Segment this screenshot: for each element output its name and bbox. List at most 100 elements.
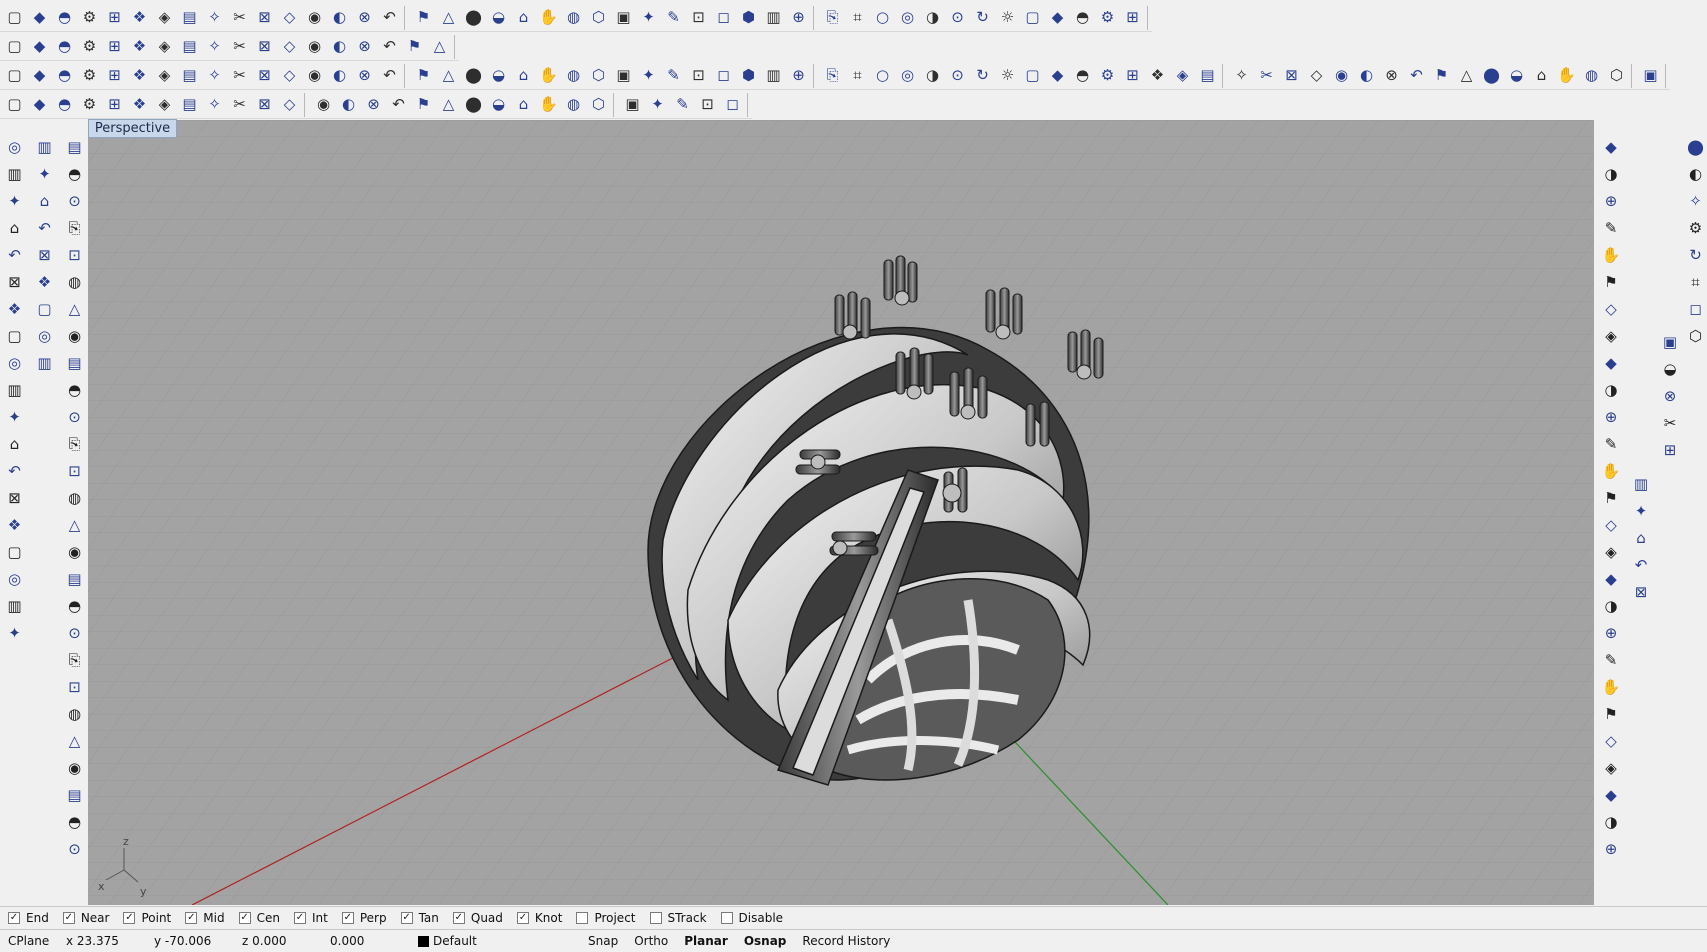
pen-icon[interactable]: ✂ (1254, 64, 1279, 88)
right-curve-tool-18-icon[interactable]: ◑ (1598, 592, 1624, 619)
left-main-tool-8-icon[interactable]: ▢ (2, 322, 28, 349)
left-secondary-tool-5-icon[interactable]: ⊠ (32, 241, 58, 268)
sphere-grid-icon[interactable]: ✎ (661, 6, 686, 30)
left-tertiary-tool-26-icon[interactable]: ◓ (62, 808, 88, 835)
right-render-tool-5-icon[interactable]: ⊞ (1657, 436, 1683, 463)
cplane-icon[interactable]: ⬤ (461, 6, 486, 30)
osnap-mid-checkbox[interactable]: ✓ (185, 911, 198, 924)
right-analysis-tool-2-icon[interactable]: ✦ (1628, 497, 1654, 524)
left-main-tool-19-icon[interactable]: ✦ (2, 619, 28, 646)
osnap-point[interactable]: ✓ Point (123, 911, 171, 925)
offset-srf-icon[interactable]: ↶ (377, 35, 402, 59)
history-icon[interactable]: ⚑ (1429, 64, 1454, 88)
group-icon[interactable]: ⚑ (411, 64, 436, 88)
rail-revolve-icon[interactable]: ◇ (277, 35, 302, 59)
ungroup-icon[interactable]: △ (436, 64, 461, 88)
left-main-tool-7-icon[interactable]: ❖ (2, 295, 28, 322)
light-area-icon[interactable]: ❖ (127, 93, 152, 117)
four-viewports-icon[interactable]: ⚑ (411, 6, 436, 30)
osnap-strack-checkbox[interactable] (649, 911, 662, 924)
osnap-end-checkbox[interactable]: ✓ (8, 911, 20, 924)
right-edge-tool-8-icon[interactable]: ⬡ (1683, 322, 1707, 349)
status-layer[interactable]: Default (410, 930, 580, 952)
show-obj-icon[interactable]: ✂ (227, 93, 252, 117)
pyramid-icon[interactable]: ⊙ (945, 6, 970, 30)
env-map-icon[interactable]: ✋ (1554, 64, 1579, 88)
osnap-project[interactable]: Project (576, 911, 636, 925)
right-analysis-tool-5-icon[interactable]: ⊠ (1628, 578, 1654, 605)
left-main-tool-16-icon[interactable]: ▢ (2, 538, 28, 565)
right-curve-tool-7-icon[interactable]: ◇ (1598, 295, 1624, 322)
walk-icon[interactable]: ⊠ (1279, 64, 1304, 88)
pipe-icon[interactable]: ⚙ (1095, 6, 1120, 30)
left-tertiary-tool-14-icon[interactable]: ◍ (62, 484, 88, 511)
material-a-icon[interactable]: ◍ (561, 93, 586, 117)
material-c-icon[interactable]: ▣ (620, 93, 645, 117)
osnap-disable-checkbox[interactable] (720, 911, 733, 924)
extrude-surface-icon[interactable]: ◆ (27, 35, 52, 59)
emap-icon[interactable]: ⬡ (1604, 64, 1629, 88)
circle-icon[interactable]: ◓ (52, 64, 77, 88)
solid-box-icon[interactable]: ○ (870, 64, 895, 88)
undo-icon[interactable]: ✧ (202, 6, 227, 30)
paraboloid-icon[interactable]: ◎ (895, 6, 920, 30)
boolean-split-icon[interactable]: ⌗ (845, 64, 870, 88)
surface-icon[interactable]: ⊞ (1120, 6, 1145, 30)
right-curve-tool-3-icon[interactable]: ⊕ (1598, 187, 1624, 214)
export-icon[interactable]: ⊞ (102, 6, 127, 30)
right-curve-tool-2-icon[interactable]: ◑ (1598, 160, 1624, 187)
box-icon[interactable]: ⎘ (820, 6, 845, 30)
right-curve-tool-13-icon[interactable]: ✋ (1598, 457, 1624, 484)
osnap-int-checkbox[interactable]: ✓ (293, 911, 306, 924)
right-render-tool-3-icon[interactable]: ⊗ (1657, 382, 1683, 409)
undo-view-icon[interactable]: ↶ (377, 6, 402, 30)
sphere-icon[interactable]: ⌗ (845, 6, 870, 30)
isolate-icon[interactable]: ⊠ (252, 93, 277, 117)
zoom-selected-icon[interactable]: ⊗ (352, 6, 377, 30)
osnap-knot-checkbox[interactable]: ✓ (516, 911, 529, 924)
osnap-mid[interactable]: ✓ Mid (185, 911, 225, 925)
left-tertiary-tool-8-icon[interactable]: ◉ (62, 322, 88, 349)
ellipsoid-icon[interactable]: ○ (870, 6, 895, 30)
left-main-tool-18-icon[interactable]: ▥ (2, 592, 28, 619)
unisolate-icon[interactable]: ◇ (277, 93, 302, 117)
right-analysis-tool-1-icon[interactable]: ▥ (1628, 470, 1654, 497)
left-secondary-tool-8-icon[interactable]: ◎ (32, 322, 58, 349)
left-tertiary-tool-21-icon[interactable]: ⊡ (62, 673, 88, 700)
render-sun-icon[interactable]: ✋ (536, 93, 561, 117)
osnap-project-checkbox[interactable] (576, 911, 589, 924)
light-on-icon[interactable]: ◆ (27, 93, 52, 117)
left-tertiary-tool-1-icon[interactable]: ▤ (62, 133, 88, 160)
artistic-icon[interactable]: ✧ (1229, 64, 1254, 88)
extrude-curve-icon[interactable]: ▢ (2, 35, 27, 59)
corner-plane-icon[interactable]: ⚙ (77, 35, 102, 59)
arc-icon[interactable]: ⚙ (77, 64, 102, 88)
left-secondary-tool-3-icon[interactable]: ⌂ (32, 187, 58, 214)
right-curve-tool-6-icon[interactable]: ⚑ (1598, 268, 1624, 295)
render-region-icon[interactable]: ◒ (486, 93, 511, 117)
right-curve-tool-16-icon[interactable]: ◈ (1598, 538, 1624, 565)
rectangle-icon[interactable]: ◈ (152, 64, 177, 88)
copy-obj-icon[interactable]: ✋ (536, 64, 561, 88)
left-main-tool-2-icon[interactable]: ▥ (2, 160, 28, 187)
bend-icon[interactable]: ⊡ (686, 64, 711, 88)
record-icon[interactable]: △ (1454, 64, 1479, 88)
left-main-tool-9-icon[interactable]: ◎ (2, 349, 28, 376)
solid-cyl-icon[interactable]: ◎ (895, 64, 920, 88)
left-main-tool-11-icon[interactable]: ✦ (2, 403, 28, 430)
left-tertiary-tool-23-icon[interactable]: △ (62, 727, 88, 754)
setup-icon[interactable]: ▥ (761, 6, 786, 30)
right-curve-tool-11-icon[interactable]: ⊕ (1598, 403, 1624, 430)
plane-icon[interactable]: ◓ (52, 35, 77, 59)
solid-fillet-icon[interactable]: ☼ (995, 64, 1020, 88)
osnap-perp[interactable]: ✓ Perp (341, 911, 387, 925)
right-edge-tool-6-icon[interactable]: ⌗ (1683, 268, 1707, 295)
edge-srf-icon[interactable]: ◉ (302, 35, 327, 59)
right-edge-tool-5-icon[interactable]: ↻ (1683, 241, 1707, 268)
cage-icon[interactable]: ⬢ (736, 64, 761, 88)
right-curve-tool-12-icon[interactable]: ✎ (1598, 430, 1624, 457)
lock-icon[interactable]: ◍ (561, 6, 586, 30)
layer-unlock-icon[interactable]: ↶ (386, 93, 411, 117)
right-curve-tool-23-icon[interactable]: ◇ (1598, 727, 1624, 754)
polygon-icon[interactable]: ❖ (127, 64, 152, 88)
